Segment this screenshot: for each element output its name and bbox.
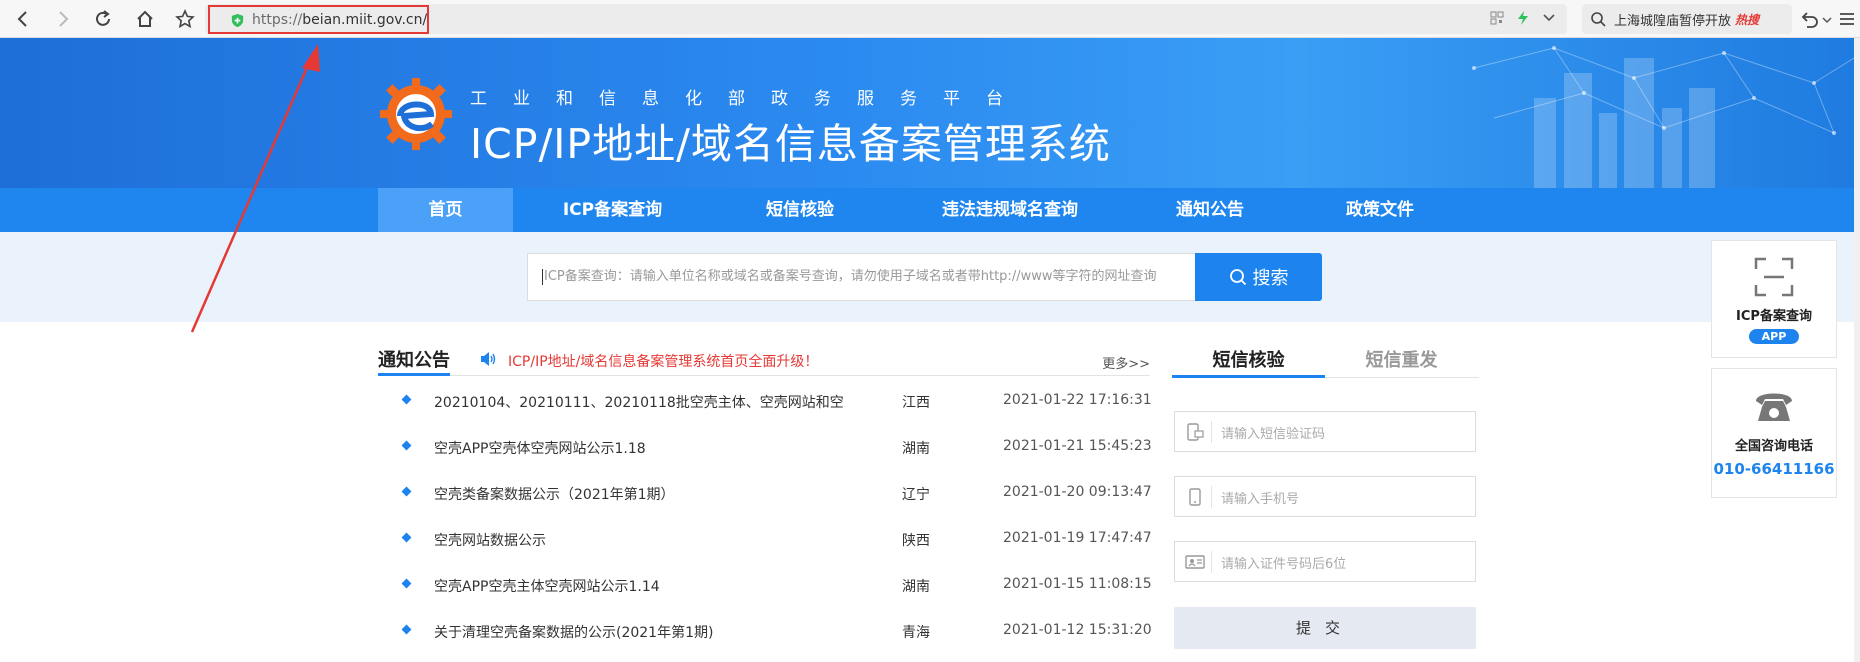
menu-icon[interactable] xyxy=(1838,8,1856,34)
field-separator xyxy=(1211,486,1212,508)
qr-code-icon[interactable] xyxy=(1490,11,1504,25)
id-card-icon xyxy=(1185,555,1205,569)
app-badge: APP xyxy=(1749,329,1799,344)
sms-tabs: 短信核验 短信重发 xyxy=(1172,346,1479,378)
id-number-placeholder: 请输入证件号码后6位 xyxy=(1221,557,1347,572)
notice-date: 2021-01-22 17:16:31 xyxy=(1003,392,1152,408)
site-banner: 工业和信息化部政务服务平台 ICP/IP地址/域名信息备案管理系统 xyxy=(0,38,1854,188)
nav-notices[interactable]: 通知公告 xyxy=(1150,188,1270,232)
notice-row[interactable]: 空壳类备案数据公示（2021年第1期） 辽宁 2021-01-20 09:13:… xyxy=(378,473,1152,519)
diamond-bullet-icon xyxy=(401,624,412,635)
browser-search-text: 上海城隍庙暂停开放 xyxy=(1614,13,1732,29)
page-scrollbar[interactable] xyxy=(1854,38,1860,662)
notice-date: 2021-01-12 15:31:20 xyxy=(1003,622,1152,638)
field-separator xyxy=(1211,421,1212,443)
nav-home[interactable]: 首页 xyxy=(378,188,513,232)
notice-marquee[interactable]: ICP/IP地址/域名信息备案管理系统首页全面升级！ xyxy=(508,351,818,371)
notice-region: 陕西 xyxy=(902,533,930,549)
diamond-bullet-icon xyxy=(401,394,412,405)
notice-title[interactable]: 空壳APP空壳体空壳网站公示1.18 xyxy=(434,438,646,458)
app-card-title: ICP备案查询 xyxy=(1736,309,1812,324)
notice-row[interactable]: 空壳APP空壳体空壳网站公示1.18 湖南 2021-01-21 15:45:2… xyxy=(378,427,1152,473)
tab-sms-verify[interactable]: 短信核验 xyxy=(1172,346,1325,378)
notice-region: 青海 xyxy=(902,625,930,641)
sms-phone-icon xyxy=(1187,423,1204,441)
hotline-title: 全国咨询电话 xyxy=(1734,439,1813,454)
scan-icon xyxy=(1754,257,1794,297)
diamond-bullet-icon xyxy=(401,440,412,451)
notice-title[interactable]: 关于清理空壳备案数据的公示(2021年第1期) xyxy=(434,622,713,642)
nav-illegal-domain-query[interactable]: 违法违规域名查询 xyxy=(915,188,1105,232)
miit-logo xyxy=(380,78,452,150)
notice-date: 2021-01-15 11:08:15 xyxy=(1003,576,1152,592)
app-download-card[interactable]: ICP备案查询 APP xyxy=(1711,240,1837,358)
notice-region: 湖南 xyxy=(902,579,930,595)
undo-chevron-icon[interactable] xyxy=(1822,10,1832,29)
search-icon xyxy=(1229,269,1246,286)
diamond-bullet-icon xyxy=(401,486,412,497)
notice-date: 2021-01-21 15:45:23 xyxy=(1003,438,1152,454)
notice-header: 通知公告 ICP/IP地址/域名信息备案管理系统首页全面升级！ 更多>> xyxy=(378,346,1150,376)
home-icon[interactable] xyxy=(132,6,158,32)
hotline-card: 全国咨询电话 010-66411166 xyxy=(1711,368,1837,498)
icp-search-input[interactable]: ICP备案查询：请输入单位名称或域名或备案号查询，请勿使用子域名或者带http:… xyxy=(527,253,1195,301)
refresh-icon[interactable] xyxy=(90,6,116,32)
notice-tab[interactable]: 通知公告 xyxy=(378,346,450,376)
forward-icon[interactable] xyxy=(50,6,76,32)
more-link[interactable]: 更多>> xyxy=(1102,353,1150,372)
undo-icon[interactable] xyxy=(1798,8,1820,34)
back-icon[interactable] xyxy=(10,6,36,32)
bookmark-star-icon[interactable] xyxy=(172,6,198,32)
sms-code-placeholder: 请输入短信验证码 xyxy=(1221,427,1326,442)
city-network-decoration xyxy=(1472,46,1854,188)
diamond-bullet-icon xyxy=(401,532,412,543)
notice-region: 辽宁 xyxy=(902,487,930,503)
tab-sms-resend[interactable]: 短信重发 xyxy=(1325,346,1478,378)
notice-row[interactable]: 关于清理空壳备案数据的公示(2021年第1期) 青海 2021-01-12 15… xyxy=(378,611,1152,657)
notice-row[interactable]: 空壳APP空壳主体空壳网站公示1.14 湖南 2021-01-15 11:08:… xyxy=(378,565,1152,611)
phone-number-field[interactable]: 请输入手机号 xyxy=(1174,476,1476,517)
field-separator xyxy=(1211,551,1212,573)
text-caret xyxy=(542,268,543,285)
url-text: https://beian.miit.gov.cn/ xyxy=(252,11,428,28)
nav-policy-docs[interactable]: 政策文件 xyxy=(1320,188,1440,232)
icp-search-placeholder: ICP备案查询：请输入单位名称或域名或备案号查询，请勿使用子域名或者带http:… xyxy=(544,269,1157,284)
main-nav: 首页 ICP备案查询 短信核验 违法违规域名查询 通知公告 政策文件 xyxy=(0,188,1854,232)
mobile-phone-icon xyxy=(1189,488,1201,506)
notice-title[interactable]: 空壳类备案数据公示（2021年第1期） xyxy=(434,484,675,504)
notice-title[interactable]: 20210104、20210111、20210118批空壳主体、空壳网站和空 xyxy=(434,392,844,412)
id-number-field[interactable]: 请输入证件号码后6位 xyxy=(1174,541,1476,582)
notice-date: 2021-01-20 09:13:47 xyxy=(1003,484,1152,500)
telephone-icon xyxy=(1756,393,1792,421)
sms-code-field[interactable]: 请输入短信验证码 xyxy=(1174,411,1476,452)
lightning-icon[interactable] xyxy=(1516,10,1530,26)
submit-button[interactable]: 提交 xyxy=(1174,607,1476,649)
nav-sms-verify[interactable]: 短信核验 xyxy=(740,188,860,232)
chevron-down-icon[interactable] xyxy=(1542,11,1556,25)
hotline-number: 010-66411166 xyxy=(1713,460,1835,478)
banner-subtitle: 工业和信息化部政务服务平台 xyxy=(470,89,1029,109)
banner-title: ICP/IP地址/域名信息备案管理系统 xyxy=(470,120,1111,168)
notice-region: 江西 xyxy=(902,395,930,411)
phone-placeholder: 请输入手机号 xyxy=(1221,492,1300,507)
notice-date: 2021-01-19 17:47:47 xyxy=(1003,530,1152,546)
diamond-bullet-icon xyxy=(401,578,412,589)
search-button[interactable]: 搜索 xyxy=(1195,253,1322,301)
speaker-icon xyxy=(481,352,496,366)
notice-region: 湖南 xyxy=(902,441,930,457)
nav-icp-query[interactable]: ICP备案查询 xyxy=(540,188,685,232)
browser-search-box[interactable]: 上海城隍庙暂停开放 热搜 xyxy=(1582,4,1792,34)
url-highlight-box[interactable]: https://beian.miit.gov.cn/ xyxy=(208,5,429,34)
notice-row[interactable]: 20210104、20210111、20210118批空壳主体、空壳网站和空 江… xyxy=(378,381,1152,427)
notice-title[interactable]: 空壳网站数据公示 xyxy=(434,530,546,550)
browser-toolbar: https://beian.miit.gov.cn/ 上海城隍庙暂停开放 热搜 xyxy=(0,0,1860,38)
search-button-label: 搜索 xyxy=(1252,268,1289,289)
notice-row[interactable]: 空壳网站数据公示 陕西 2021-01-19 17:47:47 xyxy=(378,519,1152,565)
notice-title[interactable]: 空壳APP空壳主体空壳网站公示1.14 xyxy=(434,576,660,596)
search-icon xyxy=(1591,12,1606,27)
secure-shield-icon xyxy=(231,13,244,28)
hot-search-badge: 热搜 xyxy=(1735,12,1760,27)
